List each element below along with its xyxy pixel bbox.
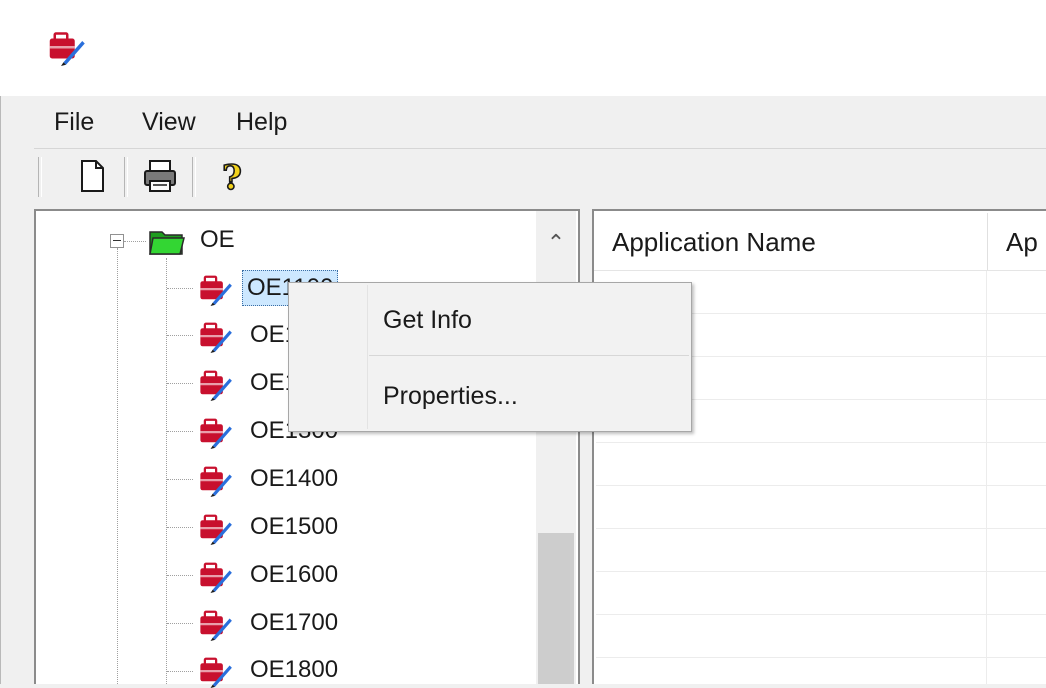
context-menu-separator [369, 355, 689, 356]
tree-guide-line [167, 575, 193, 576]
app-node-icon [196, 413, 234, 449]
help-button[interactable]: ? [212, 153, 252, 199]
tree-node-oe[interactable]: OE [196, 223, 239, 257]
app-node-icon [196, 605, 234, 641]
app-node-icon [196, 652, 234, 688]
grid-row-line [596, 657, 1046, 658]
scroll-thumb[interactable] [538, 533, 574, 684]
tree-guide-line [124, 241, 146, 242]
context-menu-get-info[interactable]: Get Info [291, 289, 689, 351]
grid-row-line [596, 571, 1046, 572]
tree-guide-line [167, 479, 193, 480]
grid-row-line [596, 442, 1046, 443]
menu-view[interactable]: View [138, 104, 200, 140]
new-document-button[interactable] [72, 153, 112, 197]
column-header-application-name[interactable]: Application Name [594, 213, 988, 271]
grid-column-line [986, 271, 987, 684]
tree-guide-line [167, 671, 193, 672]
open-folder-icon [149, 231, 185, 255]
title-bar [0, 0, 1046, 96]
printer-icon [144, 160, 176, 192]
app-icon [46, 26, 86, 66]
menu-help[interactable]: Help [232, 104, 291, 140]
tree-guide-line [167, 527, 193, 528]
tree-node-oe1400[interactable]: OE1400 [246, 462, 342, 496]
column-header-ap[interactable]: Ap [988, 213, 1046, 271]
print-button[interactable] [140, 153, 180, 197]
new-document-icon [81, 160, 104, 192]
toolbar-grip[interactable] [38, 157, 42, 197]
tree-guide-line [167, 431, 193, 432]
app-node-icon [196, 365, 234, 401]
toolbar-separator [192, 157, 196, 197]
app-node-icon [196, 557, 234, 593]
toolbar-separator [124, 157, 128, 197]
grid-row-line [596, 614, 1046, 615]
tree-node-oe1600[interactable]: OE1600 [246, 558, 342, 592]
tree-guide-line [117, 248, 118, 684]
tree-node-oe1700[interactable]: OE1700 [246, 606, 342, 640]
header-divider [594, 270, 1046, 271]
grid-row-line [596, 528, 1046, 529]
app-node-icon [196, 317, 234, 353]
app-node-icon [196, 509, 234, 545]
context-menu: Get Info Properties... [288, 282, 692, 432]
collapse-toggle[interactable] [110, 234, 124, 248]
tree-guide-line [167, 335, 193, 336]
context-menu-properties[interactable]: Properties... [291, 365, 689, 427]
help-question-icon: ? [221, 157, 243, 199]
app-node-icon [196, 270, 234, 306]
grid-row-line [596, 485, 1046, 486]
tree-guide-line [166, 258, 167, 684]
tree-guide-line [167, 623, 193, 624]
menu-file[interactable]: File [50, 104, 98, 140]
app-node-icon [196, 461, 234, 497]
menu-bar: File View Help [34, 96, 1046, 148]
list-view[interactable] [592, 209, 1046, 684]
tree-guide-line [167, 383, 193, 384]
tree-guide-line [167, 288, 193, 289]
scroll-up-arrow-icon[interactable]: ⌃ [536, 223, 576, 263]
tree-node-oe1800[interactable]: OE1800 [246, 653, 342, 687]
toolbar: ? [34, 149, 1046, 209]
svg-text:?: ? [222, 158, 242, 197]
tree-node-oe1500[interactable]: OE1500 [246, 510, 342, 544]
